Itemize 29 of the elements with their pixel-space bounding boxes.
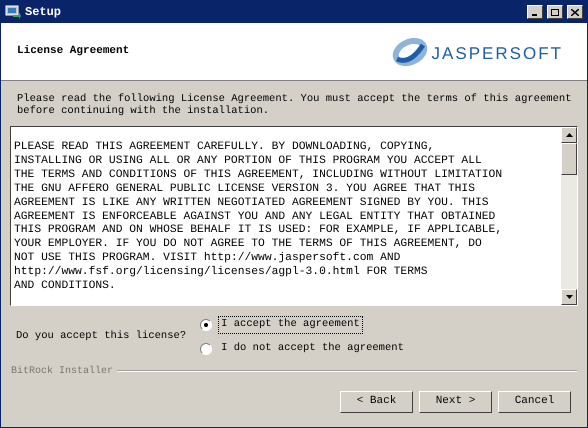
wizard-button[interactable]: Cancel xyxy=(498,390,571,412)
up-arrow-icon xyxy=(566,133,572,137)
scroll-thumb[interactable] xyxy=(561,143,577,175)
logo-text: JASPERSOFT xyxy=(432,43,563,65)
radio-label: I accept the agreement xyxy=(218,316,363,334)
license-text: PLEASE READ THIS AGREEMENT CAREFULLY. BY DOWNLOADING, COPYING, INSTALLING OR USING ALL OR ANY PORTION OF THIS PROGRAM YOU ACCEPT ALL THE TERMS AND CONDITIONS OF THIS AGREEMENT, INCLUDING WITHOUT LIMITATION THE GNU AFFERO GENERAL PUBLIC LICENSE VERSION 3. YOU AGREE THAT THIS AGREEMENT IS LIKE ANY WRITTEN NEGOTIATED AGREEMENT SIGNED BY YOU. THIS AGREEMENT IS ENFORCEABLE AGAINST YOU AND ANY LEGAL ENTITY THAT OBTAINED THIS PROGRAM AND ON WHOSE BEHALF IT IS USED: FOR EXAMPLE, IF APPLICABLE, YOUR EMPLOYER. IF YOU DO NOT AGREE TO THE TERMS OF THIS AGREEMENT, DO NOT USE THIS PROGRAM. VISIT http://www.jaspersoft.com AND http://www.fsf.org/licensing/licenses/agpl-3.0.html FOR TERMS AND CONDITIONS. xyxy=(14,141,504,294)
page-title: License Agreement xyxy=(17,44,130,60)
wizard-button[interactable]: Next > xyxy=(419,390,492,412)
intro-text: Please read the following License Agreement. You must accept the terms of this agreement before continuing with the installation. xyxy=(17,93,571,117)
ring-logo-icon xyxy=(392,36,428,66)
close-button[interactable] xyxy=(567,5,583,19)
radio-button[interactable] xyxy=(200,318,212,331)
maximize-button[interactable] xyxy=(547,5,563,19)
down-arrow-icon xyxy=(566,295,572,299)
wizard-button[interactable]: < Back xyxy=(340,390,413,412)
installer-brand: BitRock Installer xyxy=(11,364,114,378)
computer-icon xyxy=(5,4,21,20)
scroll-down-button[interactable] xyxy=(561,289,577,305)
question-label: Do you accept this license? xyxy=(16,328,186,344)
minimize-button[interactable] xyxy=(527,5,543,19)
close-icon xyxy=(571,8,579,16)
maximize-icon xyxy=(551,8,559,16)
radio-option[interactable]: I do not accept the agreement xyxy=(200,340,407,358)
scrollbar[interactable] xyxy=(561,127,577,305)
radio-button[interactable] xyxy=(200,342,212,355)
radio-label: I do not accept the agreement xyxy=(220,340,405,356)
radio-option[interactable]: I accept the agreement xyxy=(200,316,407,334)
window-title: Setup xyxy=(25,4,62,21)
scroll-up-button[interactable] xyxy=(561,127,577,143)
